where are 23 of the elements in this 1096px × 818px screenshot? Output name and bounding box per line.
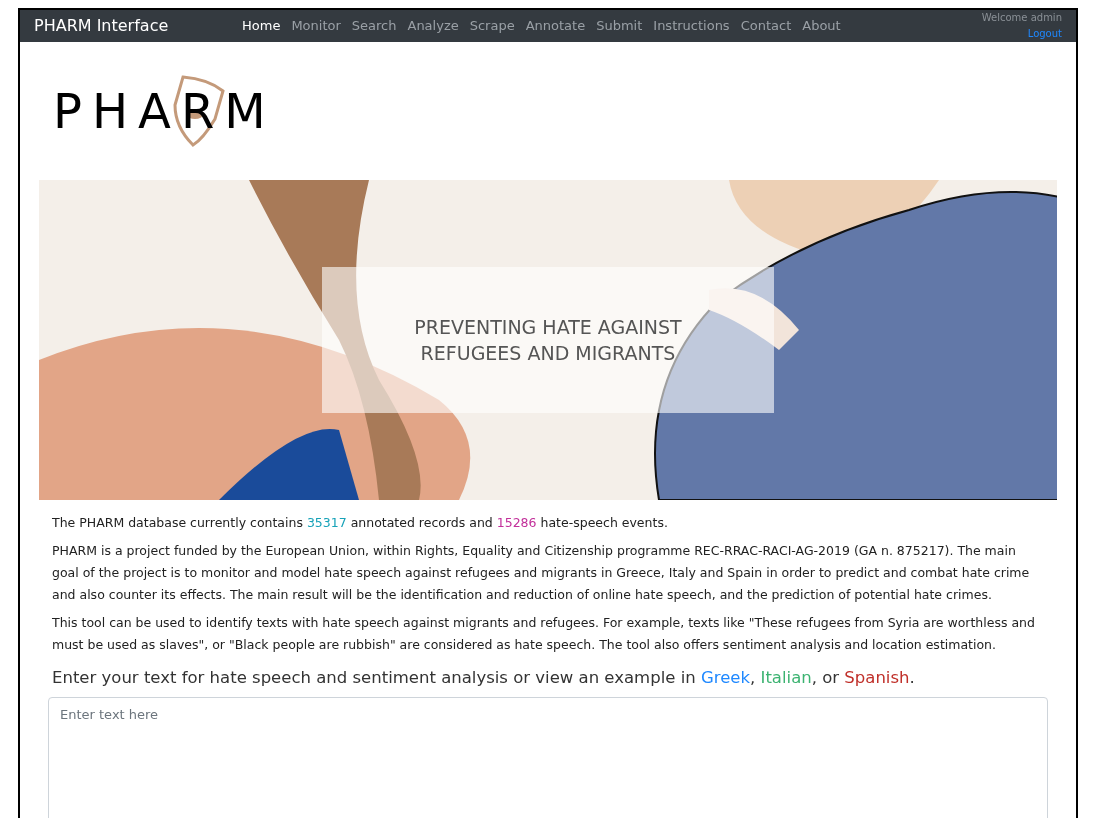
nav-link[interactable]: Submit	[596, 16, 643, 36]
example-link[interactable]: Italian	[760, 668, 812, 687]
nav-link[interactable]: Annotate	[525, 16, 586, 36]
pharm-logo: PHARM	[53, 75, 276, 147]
nav-link[interactable]: Instructions	[653, 16, 730, 36]
banner-caption: PREVENTING HATE AGAINST REFUGEES AND MIGRANTS	[322, 267, 774, 413]
nav-link[interactable]: Monitor	[291, 16, 341, 36]
text-input[interactable]: Enter text here	[48, 696, 1048, 818]
nav-link[interactable]: Contact	[740, 16, 792, 36]
example-link[interactable]: Greek	[700, 668, 750, 687]
description-paragraph: PHARM is a project funded by the European Union, within Rights, Equality and Citizenship programme REC-RRAC-RACI-AG-2019 (GA n. 875217). The main goal of the project is to monitor and model hate speech against refugees and migrants in Greece, Italy and Spain in order to predict and combat hate crime and also counter its effects. The main result will be the identification and reduction of online hate speech, and the prediction of potential hate crimes.	[52, 542, 1031, 604]
welcome-text: Welcome admin	[981, 11, 1062, 25]
nav-link[interactable]: Search	[351, 16, 397, 36]
example-link[interactable]: Spanish	[844, 668, 910, 687]
nav-link[interactable]: Home	[242, 16, 281, 36]
nav-link[interactable]: Scrape	[469, 16, 515, 36]
nav-link[interactable]: About	[802, 16, 841, 36]
nav-link[interactable]: Analyze	[407, 16, 459, 36]
stats-sentence: The PHARM database currently contains 35317 annotated records and 15286 hate-speech events.	[52, 514, 669, 532]
brand-link[interactable]: PHARM Interface	[34, 14, 242, 38]
analysis-prompt: Enter your text for hate speech and sentiment analysis or view an example in Greek, Italian, or Spanish.	[51, 667, 916, 689]
description-paragraph: This tool can be used to identify texts with hate speech against migrants and refugees. For example, texts like "These refugees from Syria are worthless and must be used as slaves", or "Black people are rubbish" are considered as hate speech. The tool also offers sentiment analysis and location estimation.	[52, 614, 1036, 654]
logout-link[interactable]: Logout	[1027, 26, 1062, 42]
